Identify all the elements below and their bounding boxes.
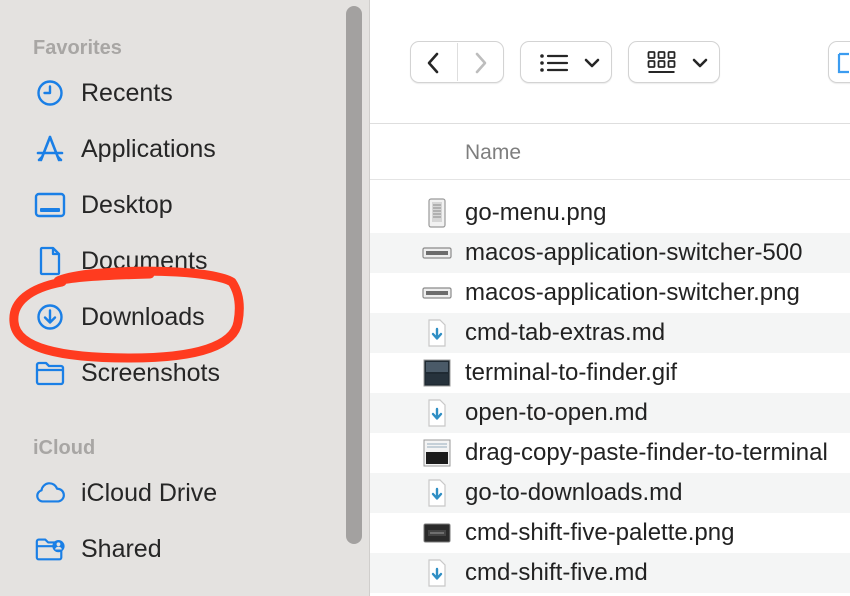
cloud-icon xyxy=(34,478,66,508)
file-name: cmd-shift-five.md xyxy=(465,559,648,586)
image-file-icon xyxy=(422,238,452,268)
file-row[interactable]: go-menu.png xyxy=(370,193,850,233)
sidebar-item-applications[interactable]: Applications xyxy=(0,127,340,171)
sidebar: Favorites Recents Applications Desktop D… xyxy=(0,0,370,596)
sidebar-item-label: Downloads xyxy=(81,303,205,331)
chevron-down-icon xyxy=(583,54,601,77)
chevron-down-icon xyxy=(691,54,709,77)
sidebar-item-label: iCloud Drive xyxy=(81,479,218,507)
sidebar-scrollbar[interactable] xyxy=(346,6,362,544)
sidebar-section-header-favorites: Favorites xyxy=(33,37,122,59)
file-name: macos-application-switcher-500 xyxy=(465,239,803,266)
document-icon xyxy=(34,246,66,276)
applications-icon xyxy=(34,134,66,164)
file-name: go-menu.png xyxy=(465,199,607,226)
file-row[interactable]: go-to-downloads.md xyxy=(370,473,850,513)
file-row[interactable]: drag-copy-paste-finder-to-terminal xyxy=(370,433,850,473)
sidebar-item-documents[interactable]: Documents xyxy=(0,239,340,283)
file-row[interactable]: macos-application-switcher.png xyxy=(370,273,850,313)
markdown-file-icon xyxy=(422,558,452,588)
chevron-right-icon[interactable] xyxy=(467,50,493,81)
file-name: cmd-shift-five-palette.png xyxy=(465,519,735,546)
sidebar-item-label: Shared xyxy=(81,535,162,563)
image-file-icon xyxy=(422,438,452,468)
folder-icon xyxy=(34,358,66,388)
sidebar-item-downloads[interactable]: Downloads xyxy=(0,295,340,339)
toolbar-more-button[interactable] xyxy=(828,41,850,83)
sidebar-item-label: Applications xyxy=(81,135,216,163)
toolbar xyxy=(370,0,850,124)
file-row[interactable]: cmd-shift-five.md xyxy=(370,553,850,593)
sidebar-item-label: Screenshots xyxy=(81,359,220,387)
list-view-button[interactable] xyxy=(520,41,612,83)
file-name: drag-copy-paste-finder-to-terminal xyxy=(465,439,828,466)
file-row[interactable]: cmd-shift-five-palette.png xyxy=(370,513,850,553)
list-view-icon xyxy=(539,51,569,80)
sidebar-item-icloud-drive[interactable]: iCloud Drive xyxy=(0,471,340,515)
toolbar-divider xyxy=(457,43,458,81)
sidebar-item-recents[interactable]: Recents xyxy=(0,71,340,115)
sidebar-item-label: Documents xyxy=(81,247,208,275)
file-browser: Name go-menu.png macos-application-switc… xyxy=(370,0,850,596)
folder-action-icon xyxy=(835,50,849,81)
shared-folder-icon xyxy=(34,534,66,564)
desktop-icon xyxy=(34,190,66,220)
clock-icon xyxy=(34,78,66,108)
file-name: open-to-open.md xyxy=(465,399,648,426)
png-file-icon xyxy=(422,518,452,548)
sidebar-item-label: Desktop xyxy=(81,191,173,219)
file-name: terminal-to-finder.gif xyxy=(465,359,678,386)
sidebar-item-desktop[interactable]: Desktop xyxy=(0,183,340,227)
sidebar-section-header-icloud: iCloud xyxy=(33,437,96,459)
file-row[interactable]: open-to-open.md xyxy=(370,393,850,433)
image-file-icon xyxy=(422,278,452,308)
sidebar-item-shared[interactable]: Shared xyxy=(0,527,340,571)
download-circle-icon xyxy=(34,302,66,332)
gif-file-icon xyxy=(422,358,452,388)
file-row[interactable]: cmd-tab-extras.md xyxy=(370,313,850,353)
markdown-file-icon xyxy=(422,398,452,428)
file-row[interactable]: macos-application-switcher-500 xyxy=(370,233,850,273)
chevron-left-icon[interactable] xyxy=(421,50,447,81)
file-name: macos-application-switcher.png xyxy=(465,279,800,306)
column-header-row: Name xyxy=(370,125,850,180)
grid-view-icon xyxy=(647,50,677,81)
sidebar-item-label: Recents xyxy=(81,79,173,107)
file-name: cmd-tab-extras.md xyxy=(465,319,666,346)
markdown-file-icon xyxy=(422,478,452,508)
file-row[interactable]: terminal-to-finder.gif xyxy=(370,353,850,393)
grid-view-button[interactable] xyxy=(628,41,720,83)
file-name: go-to-downloads.md xyxy=(465,479,683,506)
markdown-file-icon xyxy=(422,318,452,348)
column-header-name[interactable]: Name xyxy=(465,141,521,165)
png-file-icon xyxy=(422,198,452,228)
sidebar-item-screenshots[interactable]: Screenshots xyxy=(0,351,340,395)
